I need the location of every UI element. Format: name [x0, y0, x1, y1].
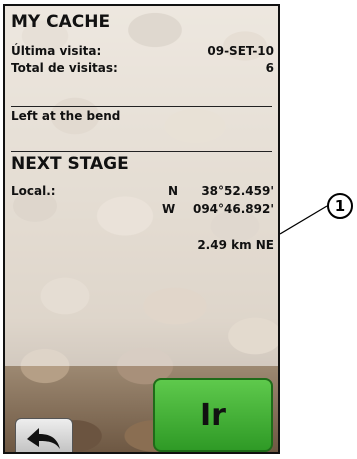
device-screen: MY CACHE Última visita: 09-SET-10 Total …	[3, 4, 280, 454]
back-button[interactable]	[15, 418, 73, 452]
latitude-hemisphere: N	[168, 184, 179, 198]
divider	[11, 106, 272, 107]
total-visits-label: Total de visitas:	[11, 61, 118, 75]
distance-bearing: 2.49 km NE	[197, 238, 274, 252]
last-visit-label: Última visita:	[11, 44, 102, 58]
cache-title: MY CACHE	[11, 12, 111, 32]
go-button[interactable]: Ir	[153, 378, 273, 452]
back-arrow-icon	[27, 428, 60, 449]
divider	[11, 151, 272, 152]
last-visit-row: Última visita: 09-SET-10	[11, 44, 274, 58]
go-button-label: Ir	[200, 397, 226, 433]
last-visit-value: 09-SET-10	[207, 44, 274, 58]
cache-note: Left at the bend	[11, 109, 121, 123]
latitude-row: N 38°52.459'	[168, 184, 274, 198]
total-visits-row: Total de visitas: 6	[11, 61, 274, 75]
latitude-value: 38°52.459'	[201, 184, 274, 198]
longitude-hemisphere: W	[162, 202, 176, 216]
next-stage-title: NEXT STAGE	[11, 154, 129, 174]
callout-leader-line	[280, 205, 328, 235]
longitude-value: 094°46.892'	[192, 202, 274, 216]
longitude-row: W 094°46.892'	[162, 202, 274, 216]
callout-number-badge: 1	[327, 193, 353, 219]
location-label: Local.:	[11, 184, 56, 198]
total-visits-value: 6	[265, 61, 274, 75]
